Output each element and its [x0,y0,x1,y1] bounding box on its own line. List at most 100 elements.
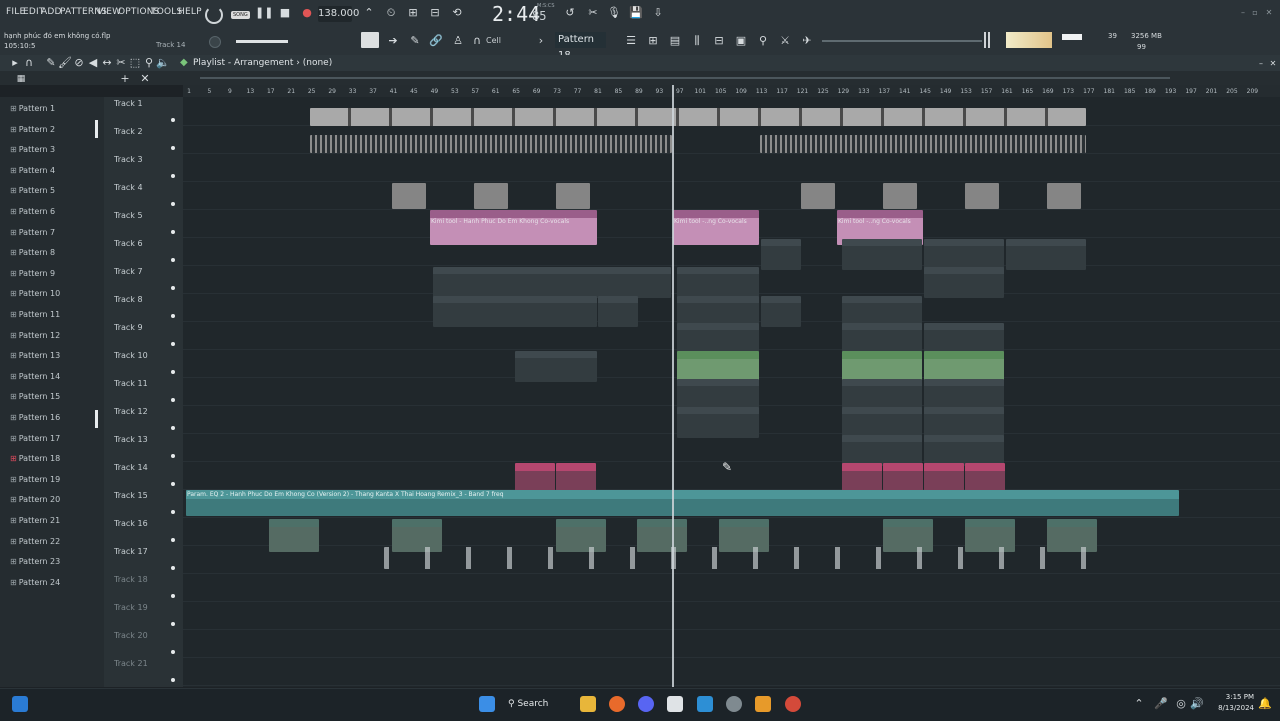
picker-item[interactable]: ⊞ Pattern 6 [10,207,55,216]
track-label[interactable]: Track 3 [114,155,143,164]
track-label[interactable]: Track 9 [114,323,143,332]
pattern16-clip[interactable]: Pattern 16 [598,296,638,327]
maximize-icon[interactable]: ▫ [1248,6,1262,20]
draw-tool-icon[interactable]: ✎ [44,56,58,70]
zoom-tool-icon[interactable]: ⚲ [142,56,156,70]
magnet-icon[interactable]: ∩ [470,34,484,48]
picker-toggle-icon[interactable]: ▦ [14,72,28,86]
stamp-icon[interactable]: ♙ [451,34,465,48]
track-label[interactable]: Track 15 [114,491,148,500]
stop-icon[interactable]: ■ [278,6,292,20]
fly-icon[interactable]: ✈ [800,34,814,48]
tray-chevron-icon[interactable]: ⌃ [1132,697,1146,711]
playlist-menu-arrow-icon[interactable]: ▸ [8,56,22,70]
pattern21-clip-3[interactable]: Pattern 21 [924,407,1004,438]
track17-hits[interactable] [384,547,1088,569]
wait-input-icon[interactable]: ⏲ [384,6,398,20]
slip-tool-icon[interactable]: ↔ [100,56,114,70]
track-label[interactable]: Track 14 [114,463,148,472]
track-label[interactable]: Track 11 [114,379,148,388]
picker-item[interactable]: ⊞ Pattern 1 [10,104,55,113]
track-label[interactable]: Track 8 [114,295,143,304]
time-scrollbar[interactable] [200,77,1170,79]
track-mute-dot[interactable] [171,566,175,570]
notification-icon[interactable]: 🔔 [1258,697,1272,711]
picker-item[interactable]: ⊞ Pattern 9 [10,269,55,278]
pattern-selector[interactable]: Pattern 18 [555,32,606,61]
track-label[interactable]: Track 17 [114,547,148,556]
pattern-prev-icon[interactable]: › [534,34,548,48]
menu-add[interactable]: ADD [41,7,62,17]
arrow-right-icon[interactable]: ➔ [386,34,400,48]
undo-icon[interactable]: ↺ [563,6,577,20]
pattern21-clip-2[interactable]: Pattern 21 [842,407,922,438]
tuner-icon[interactable]: ⚲ [756,34,770,48]
microphone-icon[interactable]: 🎙 [607,6,621,20]
start-icon[interactable] [12,696,28,712]
track-label[interactable]: Track 6 [114,239,143,248]
firefox-icon[interactable] [609,696,625,712]
patt23-clip-2[interactable]: Patt..n 23 [1006,239,1086,270]
picker-item[interactable]: ⊞ Pattern 21 [10,516,60,525]
cut-icon[interactable]: ✂ [586,6,600,20]
track-mute-dot[interactable] [171,398,175,402]
picker-item[interactable]: ⊞ Pattern 8 [10,248,55,257]
playlist-icon[interactable]: ☰ [624,34,638,48]
taskbar-search[interactable]: ⚲ Search [508,694,562,714]
pattern24-clip[interactable]: Pattern 24 [924,267,1004,298]
mixer-icon[interactable]: ⫼ [690,34,704,48]
picker-item[interactable]: ⊞ Pattern 24 [10,578,60,587]
windows-start-icon[interactable] [479,696,495,712]
track4-clip-4[interactable] [801,183,835,209]
track-label[interactable]: Track 10 [114,351,148,360]
vocal-clip-1[interactable]: Kimi tool - Hanh Phuc Do Em Khong Co-voc… [430,210,597,245]
pattern17-clip[interactable]: Pattern 17 [677,267,759,298]
select-tool-icon[interactable]: ⬚ [128,56,142,70]
track-mute-dot[interactable] [171,342,175,346]
picker-item[interactable]: ⊞ Pattern 3 [10,145,55,154]
picker-item[interactable]: ⊞ Pattern 13 [10,351,60,360]
track4-clip-5[interactable] [883,183,917,209]
track4-clip-3[interactable] [556,183,590,209]
pattern11-clip-2[interactable]: Pattern 11 [842,323,922,354]
piano-roll-icon[interactable]: ▤ [668,34,682,48]
track4-clip-1[interactable] [392,183,426,209]
pattern13-clip[interactable]: Pattern 13 [515,351,597,382]
save-icon[interactable]: 💾 [629,6,643,20]
picker-item[interactable]: ⊞ Pattern 16 [10,413,60,422]
patt22-clip[interactable]: Patt..n 22 [761,296,801,327]
track-mute-dot[interactable] [171,594,175,598]
track-mute-dot[interactable] [171,650,175,654]
countdown-icon[interactable]: ⊞ [406,6,420,20]
pattern11-clip-1[interactable]: Pattern 11 [677,323,759,354]
track-label[interactable]: Track 4 [114,183,143,192]
track-mute-dot[interactable] [171,370,175,374]
track-mute-dot[interactable] [171,202,175,206]
paint-tool-icon[interactable]: 🖌 [58,56,72,70]
track-mute-dot[interactable] [171,230,175,234]
playhead[interactable] [672,85,674,687]
pattern6-clip[interactable]: Pattern 6 [433,267,671,298]
playback-tool-icon[interactable]: 🔈 [156,56,170,70]
picker-item[interactable]: ⊞ Pattern 7 [10,228,55,237]
close-icon[interactable]: ✕ [1262,6,1276,20]
transport-mode-icon[interactable] [205,6,223,24]
track-label[interactable]: Track 5 [114,211,143,220]
picker-item[interactable]: ⊞ Pattern 23 [10,557,60,566]
picker-item[interactable]: ⊞ Pattern 15 [10,392,60,401]
picker-item[interactable]: ⊞ Pattern 12 [10,331,60,340]
slice-tool-icon[interactable]: ✂ [114,56,128,70]
knob-icon[interactable] [209,36,221,48]
track-mute-dot[interactable] [171,314,175,318]
file-explorer-icon[interactable] [580,696,596,712]
capcut-icon[interactable] [667,696,683,712]
cut-tool-icon[interactable]: ⚔ [778,34,792,48]
vedm-clip-1[interactable]: VEDM3_2 (6) [269,519,319,552]
pattern15-clip[interactable]: Pattern 15 [924,435,1004,466]
menu-help[interactable]: HELP [178,7,202,17]
clock-date[interactable]: 8/13/2024 [1208,704,1254,712]
plugin-icon[interactable]: ⊟ [712,34,726,48]
track-mute-dot[interactable] [171,426,175,430]
track4-clip-6[interactable] [965,183,999,209]
pattern20-clip[interactable]: Pattern 20 [924,379,1004,410]
